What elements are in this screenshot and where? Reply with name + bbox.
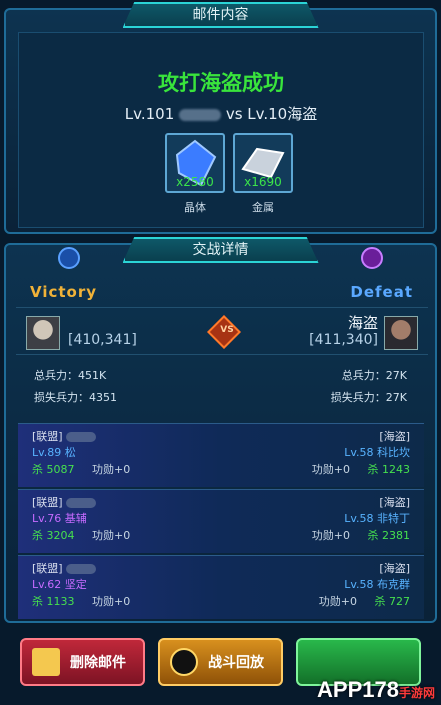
mail-panel-title: 邮件内容	[122, 2, 319, 28]
mail-panel: 邮件内容 攻打海盗成功 Lv.101 vs Lv.10海盗 x2580 晶体 x…	[4, 2, 437, 234]
attacker-stats: 总兵力：451K 损失兵力：4351	[34, 365, 234, 409]
unit-row: [联盟] Lv.89 松 杀 5087 功勋+0 [海盗] Lv.58 科比坎 …	[18, 423, 424, 487]
unit-row: [联盟] Lv.76 基辅 杀 3204 功勋+0 [海盗] Lv.58 非特丁…	[18, 489, 424, 553]
play-icon	[170, 648, 198, 676]
trash-icon	[32, 648, 60, 676]
unit-row: [联盟] Lv.62 坚定 杀 1133 功勋+0 [海盗] Lv.58 布克群…	[18, 555, 424, 619]
row-right-level: Lv.58 科比坎	[344, 446, 410, 459]
alliance-emblem-icon	[58, 247, 80, 269]
defender-total: 总兵力：27K	[341, 369, 407, 382]
row-right-level: Lv.58 非特丁	[344, 512, 410, 525]
pirate-emblem-icon	[361, 247, 383, 269]
crystal-label: 晶体	[184, 201, 206, 214]
row-alliance: [联盟]	[32, 428, 97, 445]
row-right-stats: 功勋+0 杀 727	[318, 595, 410, 608]
row-left-stats: 杀 5087 功勋+0	[32, 463, 131, 476]
row-right-stats: 功勋+0 杀 2381	[311, 529, 410, 542]
defender-name: 海盗	[347, 314, 378, 332]
battle-level-line: Lv.101 vs Lv.10海盗	[19, 103, 423, 124]
defender-level: vs Lv.10海盗	[225, 105, 318, 123]
redacted-name	[179, 108, 222, 121]
delete-mail-button[interactable]: 删除邮件	[20, 638, 145, 686]
battle-detail-panel: 交战详情 Victory Defeat [410,341] VS 海盗 [411…	[4, 237, 437, 623]
row-pirate: [海盗]	[379, 430, 410, 443]
loot-metal[interactable]: x1690 金属	[233, 133, 293, 215]
row-right-level: Lv.58 布克群	[344, 578, 410, 591]
attacker-coord[interactable]: [410,341]	[68, 332, 137, 348]
detail-panel-title: 交战详情	[122, 237, 319, 263]
battle-replay-button[interactable]: 战斗回放	[158, 638, 283, 686]
row-left-stats: 杀 1133 功勋+0	[32, 595, 131, 608]
watermark-logo: APP178手游网	[317, 677, 435, 702]
defeat-label: Defeat	[350, 283, 413, 301]
loot-crystal[interactable]: x2580 晶体	[165, 133, 225, 215]
metal-icon: x1690	[233, 133, 293, 193]
defender-coord[interactable]: [411,340]	[309, 332, 378, 348]
replay-button-label: 战斗回放	[208, 655, 264, 671]
crystal-count: x2580	[176, 175, 214, 189]
mail-content-area: 攻打海盗成功 Lv.101 vs Lv.10海盗 x2580 晶体 x1690 …	[18, 32, 424, 228]
row-alliance: [联盟]	[32, 494, 97, 511]
attacker-level: Lv.101	[124, 105, 175, 123]
row-left-stats: 杀 3204 功勋+0	[32, 529, 131, 542]
row-right-stats: 功勋+0 杀 1243	[311, 463, 410, 476]
defender-stats: 总兵力：27K 损失兵力：27K	[207, 365, 407, 409]
battle-result-title: 攻打海盗成功	[158, 71, 284, 95]
player-bar: [410,341] VS 海盗 [411,340]	[16, 307, 428, 355]
defender-lost: 损失兵力：27K	[330, 391, 407, 404]
row-left-level: Lv.62 坚定	[32, 578, 87, 591]
row-left-level: Lv.76 基辅	[32, 512, 87, 525]
row-alliance: [联盟]	[32, 560, 97, 577]
vs-text: VS	[220, 325, 234, 335]
crystal-icon: x2580	[165, 133, 225, 193]
victory-label: Victory	[30, 283, 98, 301]
metal-label: 金属	[252, 201, 274, 214]
metal-count: x1690	[244, 175, 282, 189]
attacker-lost: 损失兵力：4351	[34, 391, 117, 404]
row-pirate: [海盗]	[379, 562, 410, 575]
row-left-level: Lv.89 松	[32, 446, 76, 459]
row-pirate: [海盗]	[379, 496, 410, 509]
attacker-total: 总兵力：451K	[34, 369, 107, 382]
attacker-avatar[interactable]	[26, 316, 60, 350]
defender-avatar[interactable]	[384, 316, 418, 350]
delete-button-label: 删除邮件	[70, 655, 126, 671]
